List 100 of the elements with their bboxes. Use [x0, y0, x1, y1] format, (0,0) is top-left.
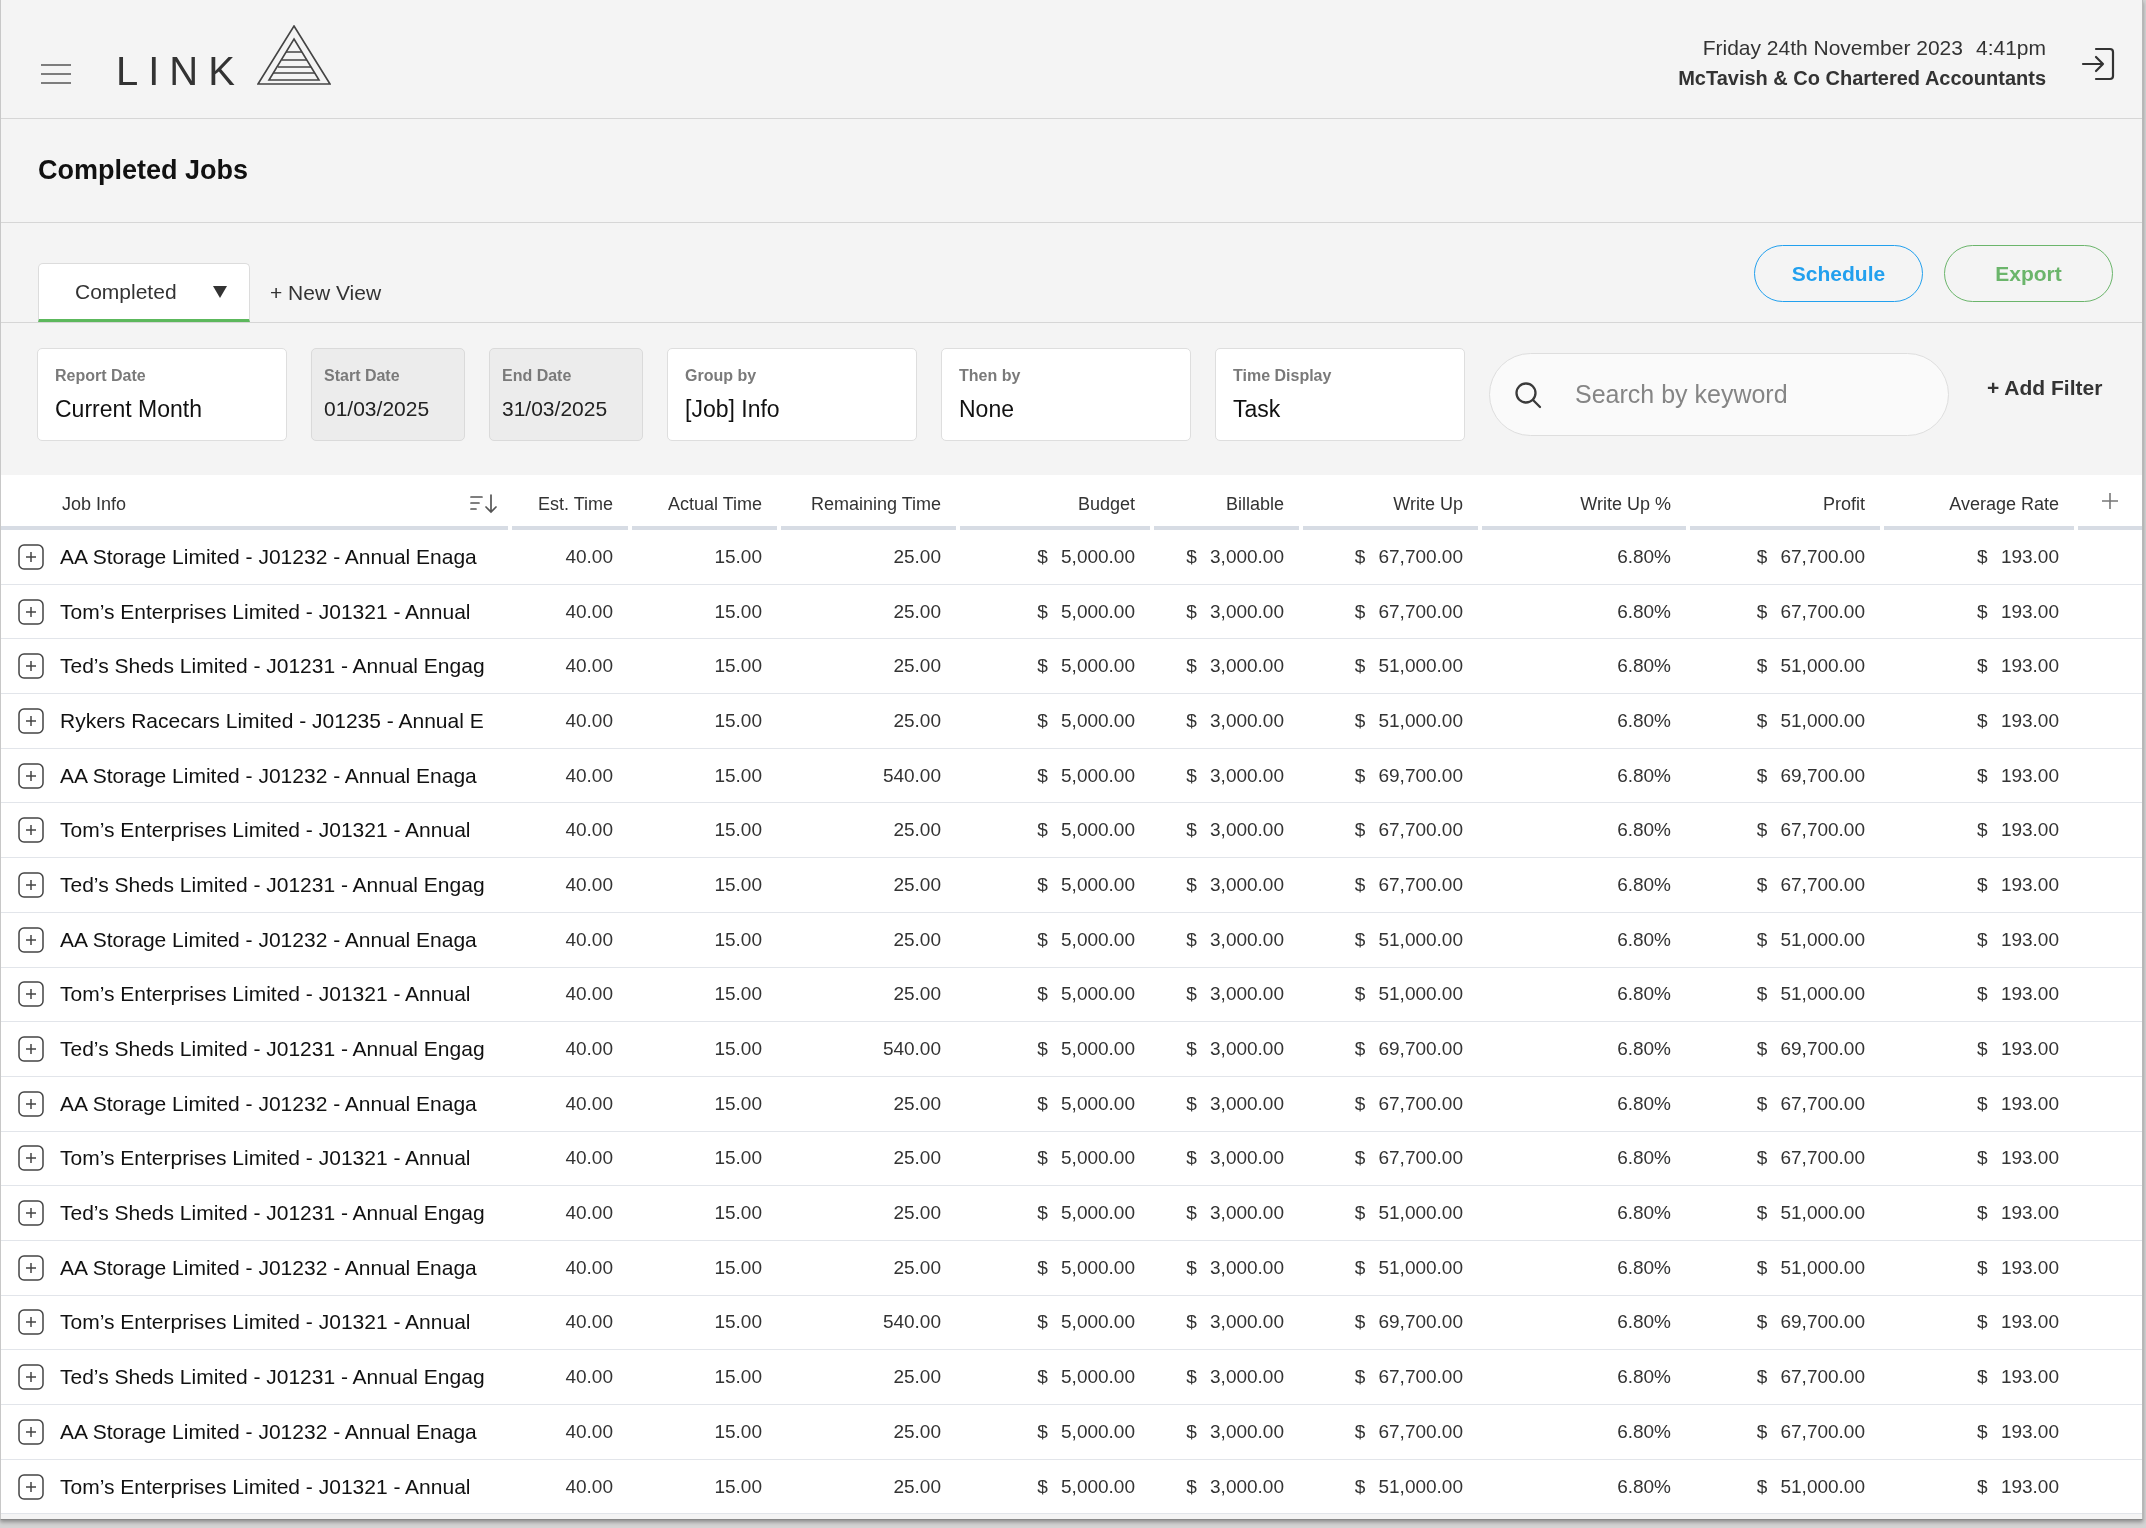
table-cell: Ted’s Sheds Limited - J01231 - Annual Engag [60, 1201, 485, 1226]
column-header[interactable]: Remaining Time [781, 475, 956, 530]
expand-icon[interactable] [18, 707, 44, 734]
table-cell: $ 51,000.00 [1354, 1256, 1463, 1279]
table-cell: 25.00 [893, 655, 941, 678]
expand-icon[interactable] [18, 981, 44, 1008]
table-cell: Ted’s Sheds Limited - J01231 - Annual Engag [60, 1037, 485, 1062]
column-header[interactable]: Budget [960, 475, 1150, 530]
expand-icon[interactable] [18, 871, 44, 898]
column-header[interactable]: Job Info [1, 475, 508, 530]
table-cell: $ 3,000.00 [1186, 1366, 1284, 1389]
filter-field[interactable]: Time Display Task [1215, 348, 1465, 441]
expand-icon[interactable] [18, 1145, 44, 1172]
table-cell: $ 193.00 [1977, 1311, 2059, 1334]
filter-field[interactable]: Then by None [941, 348, 1191, 441]
table-cell: 15.00 [714, 764, 762, 787]
expand-icon[interactable] [18, 1473, 44, 1500]
table-cell: $ 3,000.00 [1186, 819, 1284, 842]
table-cell: $ 67,700.00 [1756, 1366, 1865, 1389]
table-cell: $ 51,000.00 [1756, 655, 1865, 678]
table-cell: 40.00 [565, 545, 613, 568]
table-cell: Tom’s Enterprises Limited - J01321 - Annual [60, 1310, 471, 1335]
menu-icon[interactable] [41, 64, 71, 84]
table-cell: 6.80% [1617, 983, 1671, 1006]
column-header[interactable]: Write Up [1303, 475, 1478, 530]
search-field[interactable]: Search by keyword [1489, 353, 1949, 436]
table-cell: 40.00 [565, 1092, 613, 1115]
table-cell: $ 5,000.00 [1037, 1366, 1135, 1389]
table-cell: $ 3,000.00 [1186, 873, 1284, 896]
table-cell: 40.00 [565, 1202, 613, 1225]
table-cell: 15.00 [714, 1311, 762, 1334]
table-cell: $ 5,000.00 [1037, 1420, 1135, 1443]
table-cell: 6.80% [1617, 1366, 1671, 1389]
table-cell: 540.00 [882, 764, 941, 787]
expand-icon[interactable] [18, 762, 44, 789]
filter-field[interactable]: Group by [Job] Info [667, 348, 917, 441]
expand-icon[interactable] [18, 926, 44, 953]
table-cell: $ 51,000.00 [1756, 983, 1865, 1006]
table-cell: $ 193.00 [1977, 1366, 2059, 1389]
new-view-link[interactable]: + New View [270, 263, 382, 322]
table-cell: 25.00 [893, 1202, 941, 1225]
field-label: End Date [502, 366, 572, 386]
table-cell: $ 193.00 [1977, 873, 2059, 896]
table-cell: Tom’s Enterprises Limited - J01321 - Annual [60, 1146, 471, 1171]
table-cell: $ 67,700.00 [1354, 1147, 1463, 1170]
expand-icon[interactable] [18, 598, 44, 625]
caret-icon[interactable] [213, 285, 227, 298]
table-cell: 6.80% [1617, 873, 1671, 896]
expand-icon[interactable] [18, 817, 44, 844]
expand-icon[interactable] [18, 1364, 44, 1391]
login-icon[interactable] [2081, 47, 2115, 81]
table-cell: 40.00 [565, 819, 613, 842]
table-cell: $ 5,000.00 [1037, 1475, 1135, 1498]
table-cell: $ 3,000.00 [1186, 1038, 1284, 1061]
table-cell: $ 3,000.00 [1186, 545, 1284, 568]
table-cell: 25.00 [893, 1147, 941, 1170]
table-cell: 6.80% [1617, 1420, 1671, 1443]
table-cell: $ 51,000.00 [1756, 1256, 1865, 1279]
table-cell: $ 3,000.00 [1186, 1475, 1284, 1498]
table-cell: $ 193.00 [1977, 709, 2059, 732]
table-cell: $ 193.00 [1977, 1475, 2059, 1498]
expand-icon[interactable] [18, 1254, 44, 1281]
expand-icon[interactable] [18, 1418, 44, 1445]
table-cell: AA Storage Limited - J01232 - Annual Enaga [60, 1091, 477, 1116]
column-header[interactable]: Billable [1154, 475, 1299, 530]
table-cell: $ 3,000.00 [1186, 1147, 1284, 1170]
expand-icon[interactable] [18, 1090, 44, 1117]
table-cell: 25.00 [893, 1475, 941, 1498]
column-header[interactable]: Write Up % [1482, 475, 1686, 530]
expand-icon[interactable] [18, 1200, 44, 1227]
table-cell: 15.00 [714, 1092, 762, 1115]
column-header[interactable]: Actual Time [632, 475, 777, 530]
table-cell: AA Storage Limited - J01232 - Annual Enaga [60, 763, 477, 788]
table-cell: $ 193.00 [1977, 764, 2059, 787]
plus-icon[interactable] [2101, 492, 2119, 510]
table-cell: $ 193.00 [1977, 1038, 2059, 1061]
view-tab[interactable]: Completed [38, 263, 250, 322]
table-cell: $ 5,000.00 [1037, 1038, 1135, 1061]
column-header[interactable]: Est. Time [512, 475, 628, 530]
expand-icon[interactable] [18, 1036, 44, 1063]
table-cell: $ 5,000.00 [1037, 1256, 1135, 1279]
expand-icon[interactable] [18, 1309, 44, 1336]
column-header[interactable]: Profit [1690, 475, 1880, 530]
expand-icon[interactable] [18, 543, 44, 570]
field-value: 31/03/2025 [502, 396, 608, 422]
add-filter-link[interactable]: + Add Filter [1987, 375, 2103, 401]
table-cell: 540.00 [882, 1038, 941, 1061]
table-cell: 40.00 [565, 709, 613, 732]
table-cell: Tom’s Enterprises Limited - J01321 - Annual [60, 1474, 471, 1499]
filter-field[interactable]: Report Date Current Month [37, 348, 287, 441]
table-cell: 15.00 [714, 1256, 762, 1279]
table-cell: 25.00 [893, 928, 941, 951]
expand-icon[interactable] [18, 653, 44, 680]
table-cell: $ 69,700.00 [1354, 764, 1463, 787]
table-cell: 15.00 [714, 928, 762, 951]
column-header[interactable]: Average Rate [1884, 475, 2074, 530]
table-cell: $ 67,700.00 [1354, 1092, 1463, 1115]
sort-icon[interactable] [470, 494, 498, 514]
table-cell: $ 67,700.00 [1756, 1420, 1865, 1443]
table-cell: $ 51,000.00 [1354, 709, 1463, 732]
